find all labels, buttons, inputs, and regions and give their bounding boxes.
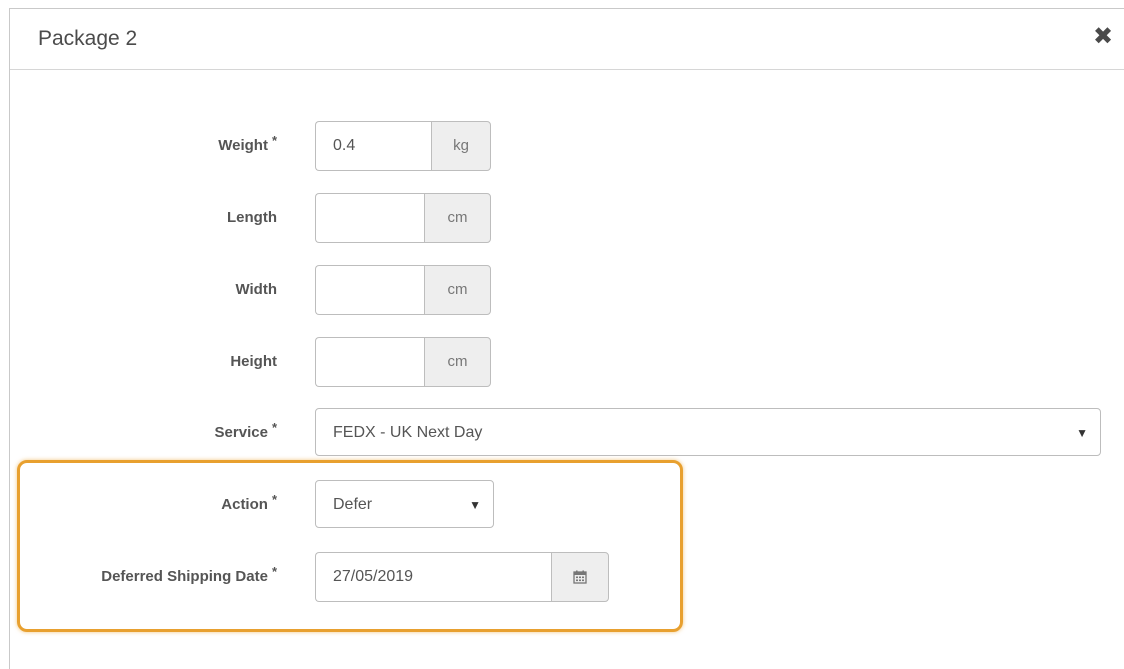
modal-header: Package 2 ✖ [10, 9, 1124, 70]
length-input[interactable] [315, 193, 424, 243]
service-select[interactable]: FEDX - UK Next Day ▼ [315, 408, 1101, 456]
service-select-value: FEDX - UK Next Day [333, 424, 483, 441]
length-label: Length [227, 209, 277, 226]
required-mark: * [271, 133, 277, 148]
weight-label: Weight * [218, 133, 277, 154]
height-input[interactable] [315, 337, 424, 387]
height-label: Height [230, 353, 277, 370]
required-mark: * [271, 420, 277, 435]
service-label: Service * [214, 420, 277, 441]
height-row: Height cm [10, 337, 1124, 387]
height-unit: cm [424, 337, 491, 387]
width-input-group: cm [315, 265, 491, 315]
width-label: Width [235, 281, 277, 298]
width-row: Width cm [10, 265, 1124, 315]
weight-row: Weight* kg [10, 121, 1124, 171]
highlight-box [17, 460, 683, 632]
length-input-group: cm [315, 193, 491, 243]
length-row: Length cm [10, 193, 1124, 243]
length-unit: cm [424, 193, 491, 243]
weight-input-group: kg [315, 121, 491, 171]
weight-unit: kg [431, 121, 491, 171]
height-input-group: cm [315, 337, 491, 387]
caret-down-icon: ▼ [1076, 426, 1088, 440]
modal-title: Package 2 [38, 27, 138, 50]
weight-input[interactable] [315, 121, 431, 171]
close-icon[interactable]: ✖ [1091, 25, 1115, 49]
width-unit: cm [424, 265, 491, 315]
width-input[interactable] [315, 265, 424, 315]
service-row: Service * FEDX - UK Next Day ▼ [10, 408, 1124, 458]
